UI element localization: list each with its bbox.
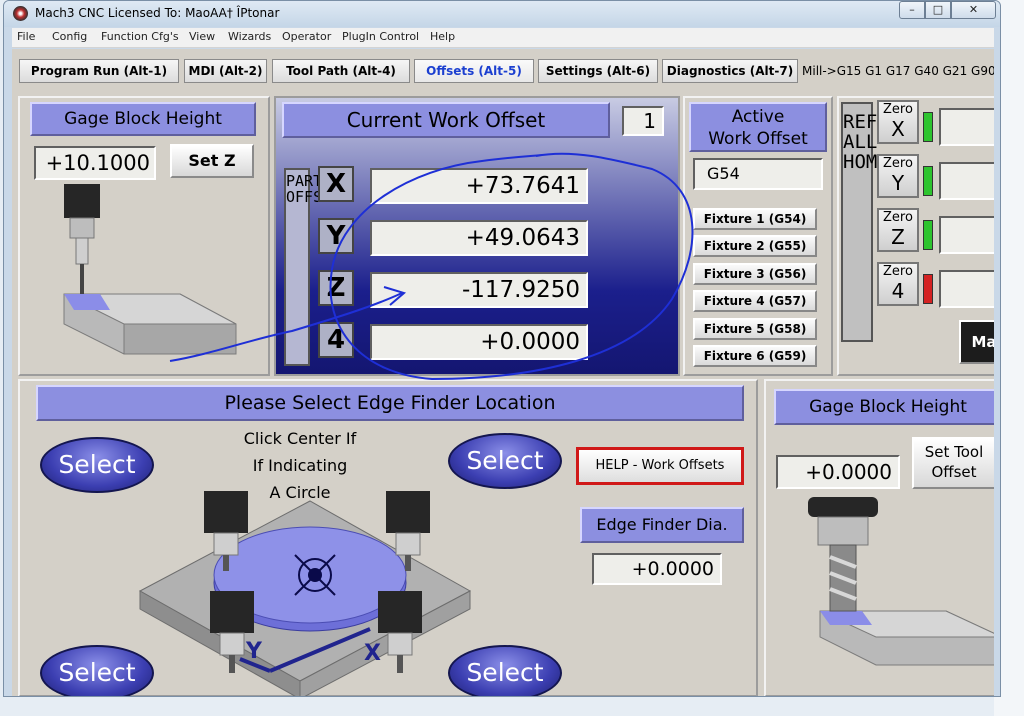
app-window: Mach3 CNC Licensed To: MaoAA† ÎPtonar – … — [3, 0, 1001, 697]
maximize-button[interactable]: □ — [925, 1, 951, 19]
mach3-screen: Program Run (Alt-1) MDI (Alt-2) Tool Pat… — [12, 49, 994, 696]
menu-operator[interactable]: Operator — [282, 30, 331, 43]
window-title: Mach3 CNC Licensed To: MaoAA† ÎPtonar — [35, 6, 280, 20]
title-bar: Mach3 CNC Licensed To: MaoAA† ÎPtonar – … — [4, 1, 1000, 27]
menu-wizards[interactable]: Wizards — [228, 30, 271, 43]
hand-drawn-annotation — [169, 152, 694, 381]
menu-view[interactable]: View — [189, 30, 215, 43]
mach3-logo-icon — [13, 6, 28, 21]
menu-help[interactable]: Help — [430, 30, 455, 43]
menu-plugin-control[interactable]: PlugIn Control — [342, 30, 419, 43]
menu-config[interactable]: Config — [52, 30, 87, 43]
minimize-button[interactable]: – — [899, 1, 925, 19]
menu-file[interactable]: File — [17, 30, 35, 43]
close-button[interactable]: ✕ — [951, 1, 996, 19]
menu-bar: File Config Function Cfg's View Wizards … — [12, 28, 994, 48]
menu-function-cfgs[interactable]: Function Cfg's — [101, 30, 179, 43]
